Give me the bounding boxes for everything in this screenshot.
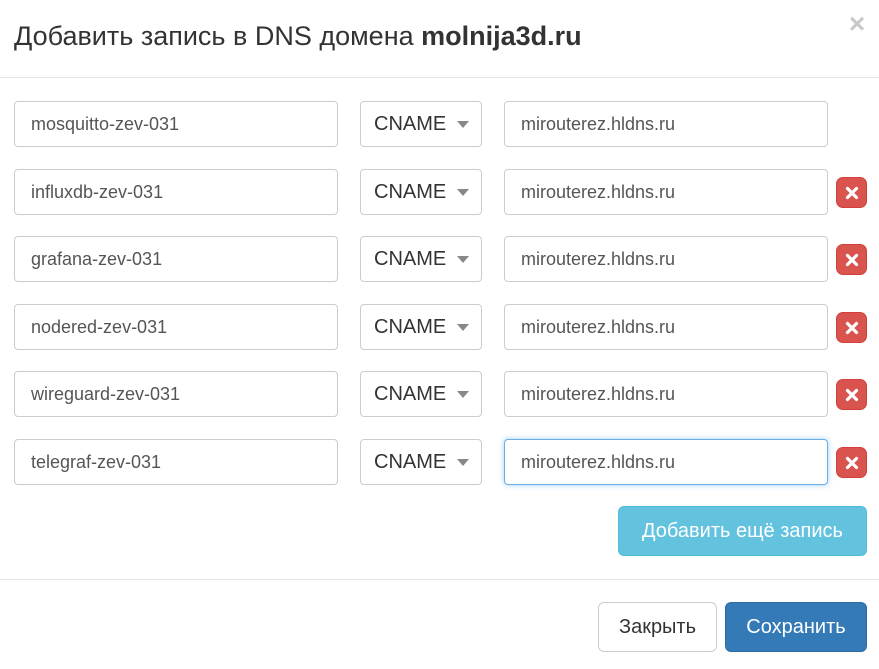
record-value-input[interactable]: mirouterez.hldns.ru bbox=[504, 169, 828, 215]
record-value-input[interactable]: mirouterez.hldns.ru bbox=[504, 236, 828, 282]
record-type-select[interactable]: CNAME bbox=[360, 169, 482, 215]
delete-record-button[interactable] bbox=[836, 379, 867, 410]
record-value-input[interactable]: mirouterez.hldns.ru bbox=[504, 304, 828, 350]
record-row: telegraf-zev-031 CNAME mirouterez.hldns.… bbox=[0, 439, 879, 485]
record-type-value: CNAME bbox=[374, 383, 447, 405]
chevron-down-icon bbox=[457, 189, 469, 196]
record-name-input[interactable]: influxdb-zev-031 bbox=[14, 169, 338, 215]
dialog-header: Добавить запись в DNS домена molnija3d.r… bbox=[0, 0, 879, 78]
record-name-input[interactable]: nodered-zev-031 bbox=[14, 304, 338, 350]
delete-record-button[interactable] bbox=[836, 177, 867, 208]
close-icon bbox=[845, 456, 859, 470]
record-row: wireguard-zev-031 CNAME mirouterez.hldns… bbox=[0, 371, 879, 417]
close-icon bbox=[845, 186, 859, 200]
record-type-value: CNAME bbox=[374, 316, 447, 338]
record-row: grafana-zev-031 CNAME mirouterez.hldns.r… bbox=[0, 236, 879, 282]
close-button[interactable]: Закрыть bbox=[598, 602, 717, 652]
record-value-input[interactable]: mirouterez.hldns.ru bbox=[504, 101, 828, 147]
chevron-down-icon bbox=[457, 121, 469, 128]
record-value-input[interactable]: mirouterez.hldns.ru bbox=[504, 371, 828, 417]
chevron-down-icon bbox=[457, 391, 469, 398]
dialog-body: mosquitto-zev-031 CNAME mirouterez.hldns… bbox=[0, 78, 879, 579]
record-type-select[interactable]: CNAME bbox=[360, 371, 482, 417]
record-name-input[interactable]: wireguard-zev-031 bbox=[14, 371, 338, 417]
record-name-input[interactable]: telegraf-zev-031 bbox=[14, 439, 338, 485]
title-prefix: Добавить запись в DNS домена bbox=[14, 21, 422, 51]
record-type-value: CNAME bbox=[374, 451, 447, 473]
record-type-select[interactable]: CNAME bbox=[360, 304, 482, 350]
record-type-value: CNAME bbox=[374, 248, 447, 270]
chevron-down-icon bbox=[457, 459, 469, 466]
record-type-select[interactable]: CNAME bbox=[360, 101, 482, 147]
close-icon[interactable]: × bbox=[847, 10, 867, 38]
save-button[interactable]: Сохранить bbox=[725, 602, 867, 652]
chevron-down-icon bbox=[457, 256, 469, 263]
record-type-value: CNAME bbox=[374, 113, 447, 135]
record-row: mosquitto-zev-031 CNAME mirouterez.hldns… bbox=[0, 101, 879, 147]
record-row: influxdb-zev-031 CNAME mirouterez.hldns.… bbox=[0, 169, 879, 215]
record-type-value: CNAME bbox=[374, 181, 447, 203]
close-icon bbox=[845, 253, 859, 267]
delete-record-button[interactable] bbox=[836, 244, 867, 275]
domain-name: molnija3d.ru bbox=[421, 21, 582, 51]
dialog-title: Добавить запись в DNS домена molnija3d.r… bbox=[14, 18, 582, 54]
close-icon bbox=[845, 388, 859, 402]
close-icon bbox=[845, 321, 859, 335]
chevron-down-icon bbox=[457, 324, 469, 331]
delete-record-button[interactable] bbox=[836, 447, 867, 478]
delete-record-button[interactable] bbox=[836, 312, 867, 343]
record-type-select[interactable]: CNAME bbox=[360, 439, 482, 485]
record-type-select[interactable]: CNAME bbox=[360, 236, 482, 282]
record-value-input[interactable]: mirouterez.hldns.ru bbox=[504, 439, 828, 485]
record-row: nodered-zev-031 CNAME mirouterez.hldns.r… bbox=[0, 304, 879, 350]
record-name-input[interactable]: grafana-zev-031 bbox=[14, 236, 338, 282]
record-name-input[interactable]: mosquitto-zev-031 bbox=[14, 101, 338, 147]
add-record-button[interactable]: Добавить ещё запись bbox=[618, 506, 867, 556]
dialog-footer: Закрыть Сохранить bbox=[0, 579, 879, 669]
add-dns-record-dialog: Добавить запись в DNS домена molnija3d.r… bbox=[0, 0, 879, 669]
